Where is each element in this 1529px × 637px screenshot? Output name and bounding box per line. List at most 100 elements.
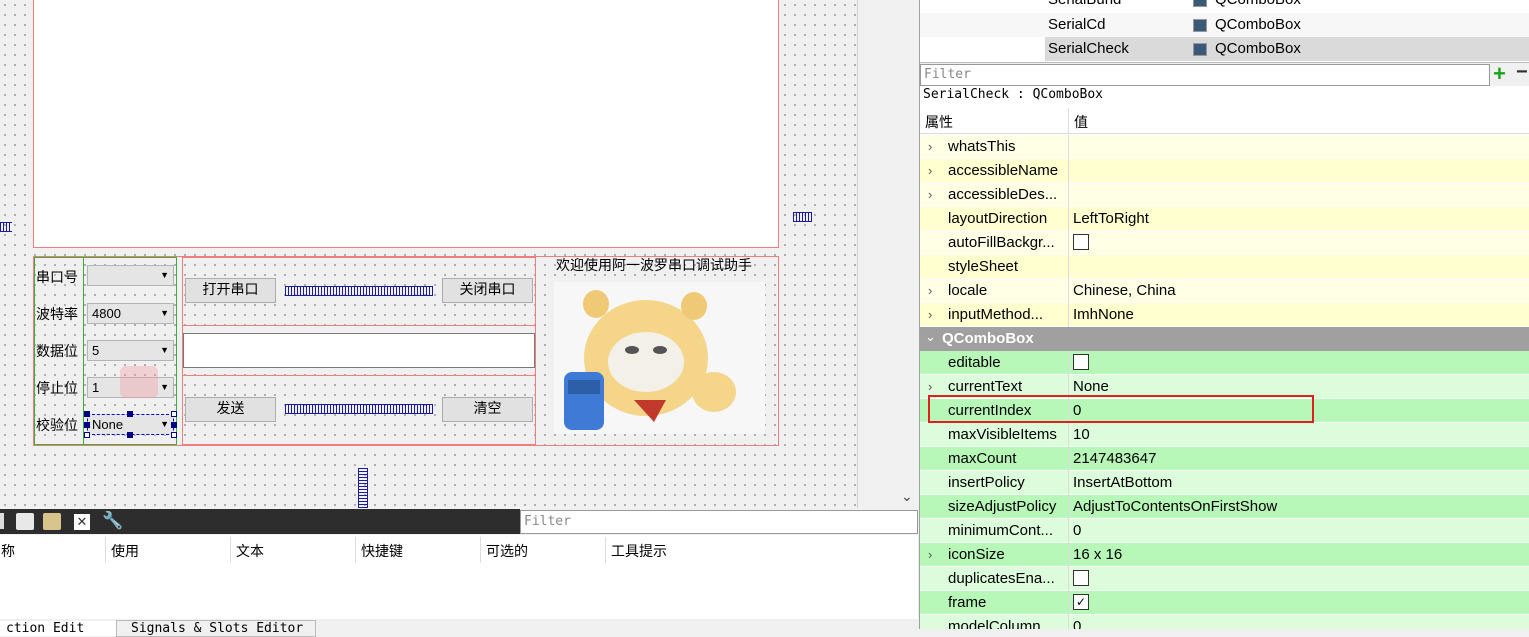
- checkbox-icon[interactable]: [1073, 354, 1089, 371]
- property-row-stylesheet[interactable]: styleSheet: [920, 255, 1529, 279]
- property-row-modelcolumn[interactable]: modelColumn 0: [920, 615, 1529, 629]
- column-name[interactable]: 称: [1, 541, 15, 561]
- remove-property-icon[interactable]: −: [1516, 61, 1528, 84]
- checkbox-icon[interactable]: [1073, 570, 1089, 587]
- dropdown-arrow-icon: ▼: [160, 270, 169, 280]
- property-value[interactable]: AdjustToContentsOnFirstShow: [1073, 495, 1277, 519]
- checkbox-icon[interactable]: [1073, 234, 1089, 251]
- right-dock-panel: SerialBund QComboBox SerialCd QComboBox …: [919, 0, 1529, 629]
- column-shortcut[interactable]: 快捷键: [361, 541, 403, 561]
- object-row-selected[interactable]: SerialCheck QComboBox: [920, 37, 1529, 61]
- horizontal-spacer-1: [285, 286, 433, 296]
- property-value[interactable]: InsertAtBottom: [1073, 471, 1172, 495]
- property-toolbar: Filter + −: [920, 61, 1529, 87]
- property-filter-input[interactable]: Filter: [920, 64, 1490, 86]
- selection-handle[interactable]: [84, 422, 90, 428]
- property-row-layoutdirection[interactable]: layoutDirection LeftToRight: [920, 207, 1529, 231]
- checked-checkbox-icon[interactable]: ✓: [1073, 594, 1089, 611]
- send-text-input[interactable]: [183, 333, 535, 368]
- clear-button[interactable]: 清空: [442, 397, 533, 422]
- property-value[interactable]: [1073, 351, 1089, 375]
- property-row-currentindex[interactable]: currentIndex 0: [920, 399, 1529, 423]
- property-row-editable[interactable]: editable: [920, 351, 1529, 375]
- action-table[interactable]: 称 使用 文本 快捷键 可选的 工具提示: [0, 535, 918, 619]
- property-column-header[interactable]: 属性: [925, 112, 953, 132]
- selection-handle[interactable]: [84, 411, 90, 417]
- databits-combo[interactable]: 5 ▼: [87, 340, 174, 361]
- column-checkable[interactable]: 可选的: [486, 541, 528, 561]
- selection-handle[interactable]: [171, 422, 177, 428]
- property-name: iconSize: [948, 546, 1005, 563]
- property-row-currenttext[interactable]: › currentText None: [920, 375, 1529, 399]
- selection-handle[interactable]: [84, 432, 90, 438]
- property-row-duplicatesena[interactable]: duplicatesEna...: [920, 567, 1529, 591]
- property-value[interactable]: 2147483647: [1073, 447, 1156, 471]
- property-value[interactable]: LeftToRight: [1073, 207, 1149, 231]
- property-row-iconsize[interactable]: › iconSize 16 x 16: [920, 543, 1529, 567]
- column-divider: [1068, 495, 1069, 519]
- action-filter-input[interactable]: Filter: [520, 510, 918, 534]
- baud-combo[interactable]: 4800 ▼: [87, 303, 174, 324]
- property-row-locale[interactable]: › locale Chinese, China: [920, 279, 1529, 303]
- value-column-header[interactable]: 值: [1074, 112, 1088, 132]
- property-row-inputmethod[interactable]: › inputMethod... ImhNone: [920, 303, 1529, 327]
- property-value[interactable]: [1073, 567, 1089, 591]
- collapse-chevron-icon[interactable]: ⌄: [925, 329, 936, 345]
- object-row[interactable]: SerialBund QComboBox: [920, 0, 1529, 12]
- selection-handle[interactable]: [171, 411, 177, 417]
- property-row-minimumcont[interactable]: minimumCont... 0: [920, 519, 1529, 543]
- property-row-sizeadjustpolicy[interactable]: sizeAdjustPolicy AdjustToContentsOnFirstS…: [920, 495, 1529, 519]
- expand-chevron-icon[interactable]: ›: [928, 279, 932, 303]
- property-value[interactable]: 0: [1073, 519, 1081, 543]
- new-action-icon[interactable]: [0, 513, 4, 529]
- property-value[interactable]: [1073, 231, 1089, 255]
- wrench-icon[interactable]: 🔧: [102, 511, 123, 531]
- object-class: QComboBox: [1215, 40, 1301, 57]
- property-value[interactable]: 16 x 16: [1073, 543, 1122, 567]
- property-row-whatsthis[interactable]: › whatsThis: [920, 135, 1529, 159]
- object-row[interactable]: SerialCd QComboBox: [920, 13, 1529, 37]
- property-value[interactable]: Chinese, China: [1073, 279, 1176, 303]
- close-port-button[interactable]: 关闭串口: [442, 278, 533, 303]
- add-property-icon[interactable]: +: [1493, 61, 1506, 87]
- property-row-frame[interactable]: frame ✓: [920, 591, 1529, 615]
- expand-chevron-icon[interactable]: ›: [928, 135, 932, 159]
- property-value[interactable]: None: [1073, 375, 1109, 399]
- col-divider: [230, 537, 231, 563]
- property-group-header[interactable]: ⌄ QComboBox: [920, 327, 1529, 351]
- property-row-accessibledes[interactable]: › accessibleDes...: [920, 183, 1529, 207]
- property-row-accessiblename[interactable]: › accessibleName: [920, 159, 1529, 183]
- baud-combo-value: 4800: [92, 306, 121, 321]
- property-row-insertpolicy[interactable]: insertPolicy InsertAtBottom: [920, 471, 1529, 495]
- selection-handle[interactable]: [127, 411, 133, 417]
- expand-chevron-icon[interactable]: ›: [928, 159, 932, 183]
- expand-chevron-icon[interactable]: ›: [928, 303, 932, 327]
- property-list[interactable]: › whatsThis › accessibleName › accessibleDes.…: [920, 135, 1529, 629]
- property-row-maxcount[interactable]: maxCount 2147483647: [920, 447, 1529, 471]
- expand-chevron-icon[interactable]: ›: [928, 375, 932, 399]
- column-divider: [1068, 375, 1069, 399]
- expand-chevron-icon[interactable]: ›: [928, 183, 932, 207]
- column-tooltip[interactable]: 工具提示: [611, 541, 667, 561]
- expand-chevron-icon[interactable]: ›: [928, 543, 932, 567]
- property-row-maxvisibleitems[interactable]: maxVisibleItems 10: [920, 423, 1529, 447]
- receive-text-area[interactable]: [33, 0, 779, 248]
- paste-action-icon[interactable]: [43, 513, 61, 530]
- copy-action-icon[interactable]: [16, 513, 34, 530]
- delete-action-icon[interactable]: ✕: [74, 514, 90, 530]
- property-value[interactable]: 0: [1073, 615, 1081, 629]
- open-port-button[interactable]: 打开串口: [185, 278, 276, 303]
- property-value[interactable]: ✓: [1073, 591, 1089, 615]
- selection-handle[interactable]: [127, 432, 133, 438]
- column-used[interactable]: 使用: [111, 541, 139, 561]
- column-text[interactable]: 文本: [236, 541, 264, 561]
- property-value[interactable]: ImhNone: [1073, 303, 1134, 327]
- property-row-autofillbackgr[interactable]: autoFillBackgr...: [920, 231, 1529, 255]
- column-divider: [1068, 543, 1069, 567]
- selection-handle[interactable]: [171, 432, 177, 438]
- property-value[interactable]: 0: [1073, 399, 1081, 423]
- property-value[interactable]: 10: [1073, 423, 1090, 447]
- send-button[interactable]: 发送: [185, 397, 276, 422]
- port-combo[interactable]: ▼: [87, 265, 174, 286]
- scroll-down-icon[interactable]: ⌄: [901, 488, 913, 506]
